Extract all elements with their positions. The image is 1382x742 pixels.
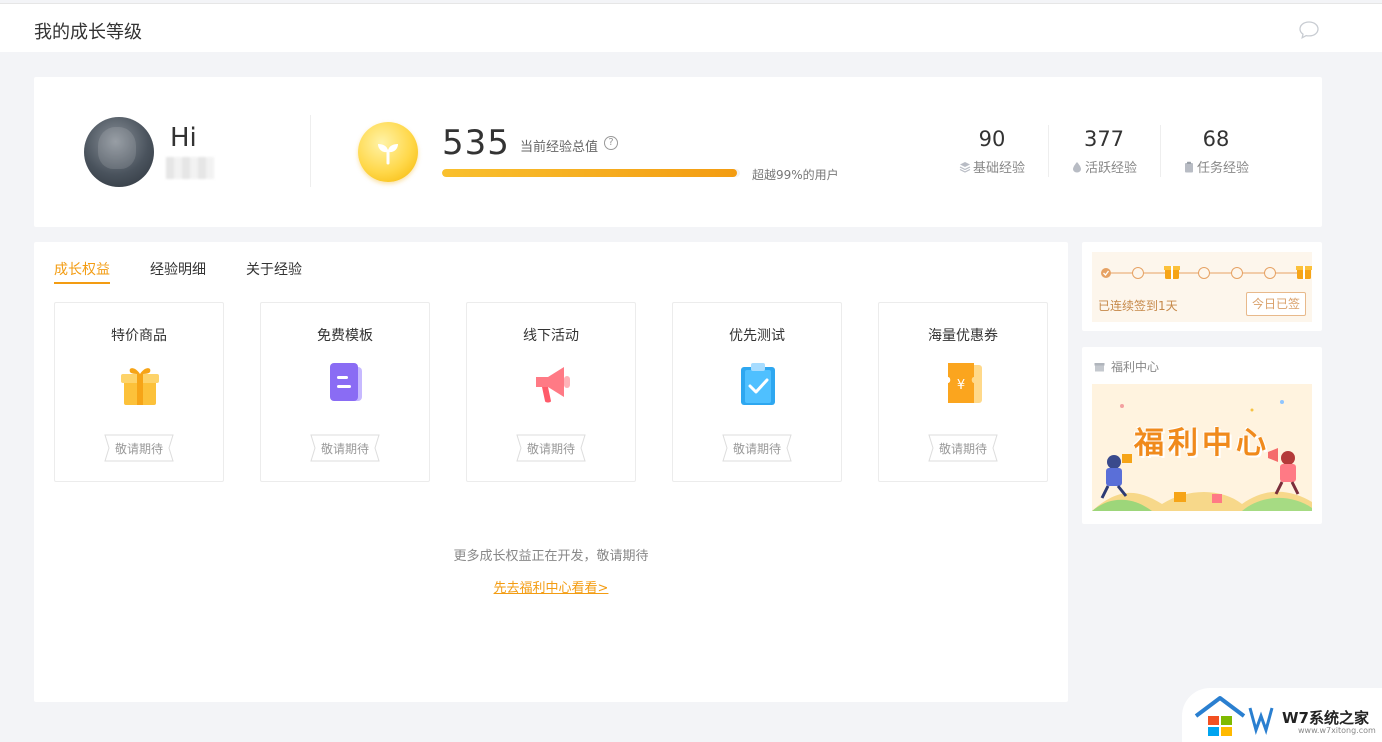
gift-icon [121, 368, 159, 405]
welfare-center-banner[interactable]: 福利中心 [1092, 384, 1312, 511]
gift-small-icon [1094, 363, 1105, 372]
coupon-icon: ¥ [948, 363, 982, 403]
document-icon [330, 363, 362, 401]
watermark-url: www.w7xitong.com [1298, 726, 1376, 735]
benefit-card-coupons[interactable]: 海量优惠券 ¥ 敬请期待 [878, 302, 1048, 482]
tag-ribbon-icon [310, 434, 380, 462]
experience-label: 当前经验总值 [520, 140, 599, 155]
site-watermark: W7系统之家 www.w7xitong.com [1182, 688, 1382, 742]
signin-card: 已连续签到1天 今日已签 [1082, 242, 1322, 331]
stat-label: 基础经验 [972, 161, 1025, 176]
benefit-name: 特价商品 [111, 328, 167, 344]
stat-value: 90 [978, 127, 1006, 151]
experience-progress-bar [442, 169, 740, 177]
top-bar: 我的成长等级 [0, 3, 1382, 52]
benefit-name: 海量优惠券 [928, 328, 998, 344]
tag-ribbon-icon [104, 434, 174, 462]
divider [1048, 125, 1049, 177]
drop-icon [1072, 162, 1081, 173]
stat-basic-exp: 90 基础经验 [942, 127, 1042, 176]
greeting: Hi [170, 123, 197, 153]
sprout-icon [378, 144, 398, 165]
benefit-card-priority-testing[interactable]: 优先测试 敬请期待 [672, 302, 842, 482]
tag-ribbon-icon [722, 434, 792, 462]
divider [1160, 125, 1161, 177]
benefit-name: 免费模板 [317, 328, 373, 344]
welfare-center-link[interactable]: 先去福利中心看看> [34, 577, 1068, 596]
stat-label: 任务经验 [1196, 161, 1249, 176]
layers-icon [959, 162, 971, 173]
stat-value: 377 [1083, 127, 1125, 151]
signed-today-button[interactable]: 今日已签 [1246, 292, 1306, 316]
level-badge [358, 122, 418, 182]
tag-ribbon-icon [516, 434, 586, 462]
stat-label: 活跃经验 [1084, 161, 1137, 176]
rank-text: 超越99%的用户 [752, 168, 839, 182]
house-logo-icon [1194, 696, 1274, 736]
tab-growth-benefits[interactable]: 成长权益 [54, 259, 110, 284]
experience-value: 535 [442, 123, 510, 163]
benefit-card-free-templates[interactable]: 免费模板 敬请期待 [260, 302, 430, 482]
question-circle-icon[interactable]: ? [604, 136, 618, 150]
signin-progress-track [1101, 266, 1312, 279]
watermark-logo-text: W7系统之家 [1282, 709, 1369, 727]
experience-progress-fill [442, 169, 738, 177]
tab-experience-details[interactable]: 经验明细 [150, 259, 206, 279]
benefit-card-offline-events[interactable]: 线下活动 敬请期待 [466, 302, 636, 482]
avatar[interactable] [84, 117, 154, 187]
signin-streak-text: 已连续签到1天 [1098, 299, 1178, 313]
tag-ribbon-icon [928, 434, 998, 462]
tab-about-experience[interactable]: 关于经验 [246, 259, 302, 279]
divider [310, 115, 311, 187]
welfare-center-card: 福利中心 福利中心 [1082, 347, 1322, 524]
growth-benefits-panel: 成长权益 经验明细 关于经验 特价商品 敬请期待 免费模板 敬请期待 线下活动 [34, 242, 1068, 702]
clipboard-icon [1184, 161, 1193, 173]
benefit-name: 线下活动 [523, 328, 579, 344]
signin-panel: 已连续签到1天 今日已签 [1092, 252, 1312, 322]
stat-task-exp: 68 任务经验 [1166, 127, 1266, 176]
welfare-center-title: 福利中心 [1111, 360, 1160, 374]
stat-active-exp: 377 活跃经验 [1054, 127, 1154, 176]
page-title: 我的成长等级 [34, 22, 142, 43]
svg-text:¥: ¥ [957, 378, 965, 393]
username-blurred [166, 157, 214, 179]
clipboard-check-icon [741, 363, 775, 405]
benefit-card-special-goods[interactable]: 特价商品 敬请期待 [54, 302, 224, 482]
megaphone-icon [536, 367, 570, 403]
welfare-center-header: 福利中心 [1094, 358, 1159, 375]
benefit-name: 优先测试 [729, 328, 785, 344]
development-note: 更多成长权益正在开发，敬请期待 [453, 549, 649, 564]
chat-bubble-icon[interactable] [1298, 20, 1320, 40]
welfare-banner-title: 福利中心 [1134, 426, 1270, 461]
stat-value: 68 [1202, 127, 1230, 151]
profile-card: Hi 535 当前经验总值 ? 超越99%的用户 90 基础经验 377 活跃经… [34, 77, 1322, 227]
